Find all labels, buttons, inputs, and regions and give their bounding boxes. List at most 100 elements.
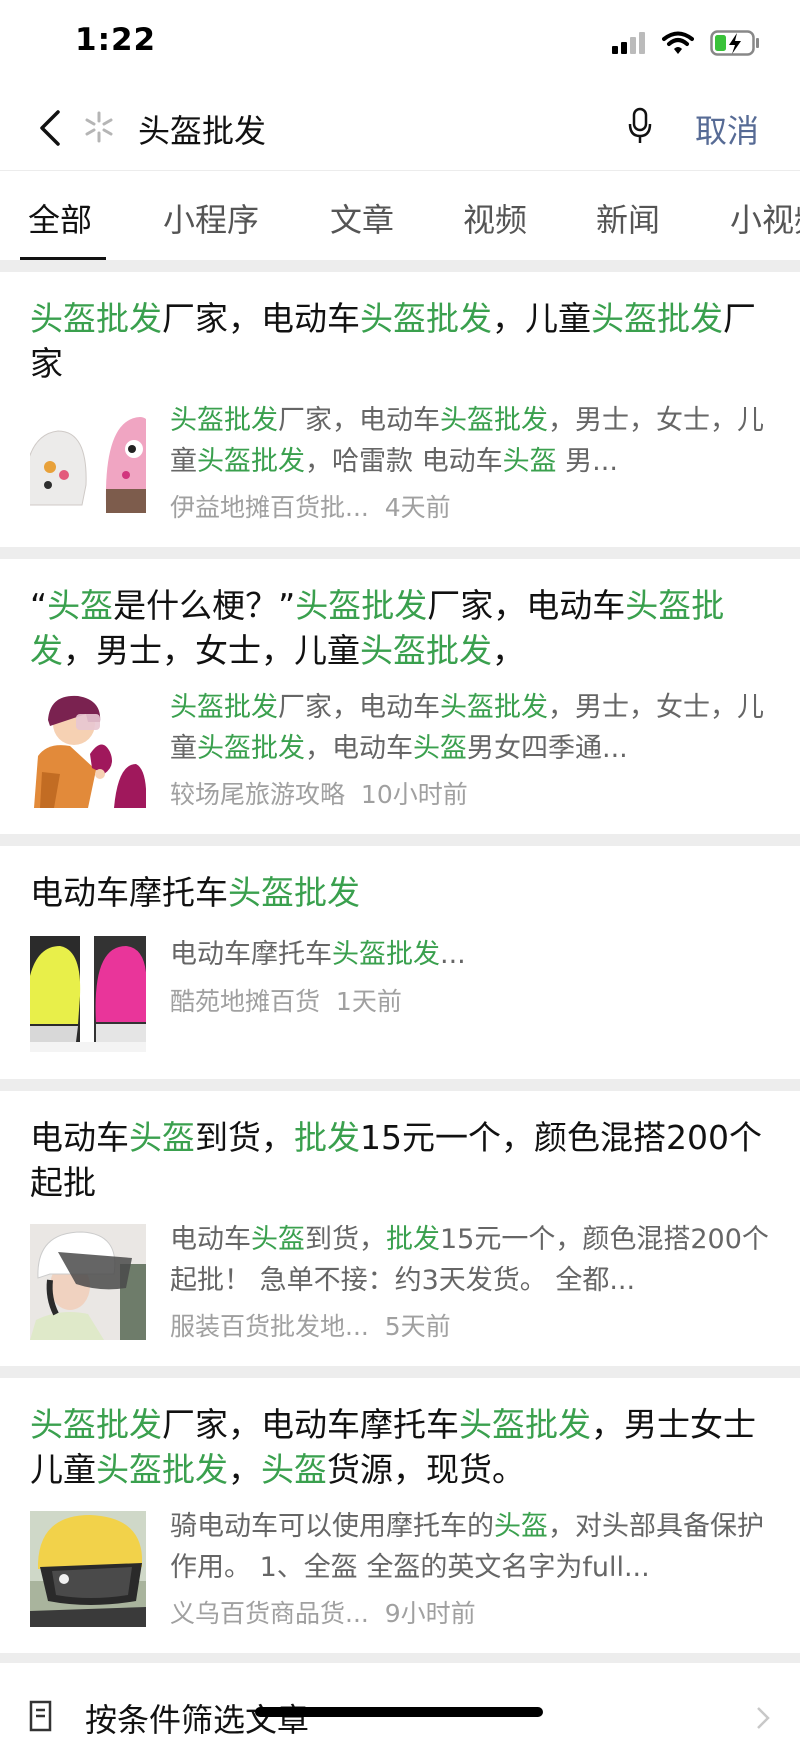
chevron-right-icon [757,1707,770,1729]
cartoon-rider-image [30,692,146,808]
keyword-highlight: 头盔 [494,1511,548,1542]
keyword-highlight: 头盔批发 [197,446,305,477]
back-chevron-icon[interactable] [36,108,64,148]
result-meta: 义乌百货商品货... 9小时前 [170,1594,476,1630]
keyword-highlight: 头盔批发 [295,586,428,625]
text-segment: ，哈雷款 电动车 [305,446,503,477]
status-bar: 1:22 [0,0,800,86]
text-segment: ... [440,939,466,970]
result-snippet: 头盔批发厂家，电动车头盔批发，男士，女士，儿童头盔批发，电动车头盔男女四季通..… [170,687,770,769]
result-meta: 酷苑地摊百货 1天前 [170,982,402,1018]
category-tabs: 全部 小程序 文章 视频 新闻 小视频 [0,170,800,261]
keyword-highlight: 头盔批发 [170,692,278,723]
text-segment: 电动车摩托车 [170,939,332,970]
tab-mini-programs[interactable]: 小程序 [163,195,259,241]
keyword-highlight: 头盔批发 [332,939,440,970]
result-title: 电动车头盔到货，批发15元一个，颜色混搭200个起批 [30,1115,772,1205]
result-source: 义乌百货商品货... [170,1599,369,1628]
search-result-card[interactable]: 电动车头盔到货，批发15元一个，颜色混搭200个起批 电动车头盔到货，批发15元… [0,1091,800,1366]
tab-videos[interactable]: 视频 [463,195,527,241]
result-time: 9小时前 [384,1599,476,1628]
keyword-highlight: 头盔 [261,1450,327,1489]
search-result-card[interactable]: 头盔批发厂家，电动车摩托车头盔批发，男士女士儿童头盔批发，头盔货源，现货。 骑电… [0,1378,800,1653]
result-thumbnail [30,936,146,1052]
helmet-product-image [30,936,146,1052]
microphone-icon[interactable] [628,106,652,146]
text-segment: 男... [556,446,618,477]
text-segment: 厂家，电动车 [278,405,440,436]
tab-articles[interactable]: 文章 [330,195,394,241]
keyword-highlight: 头盔批发 [360,631,492,670]
result-source: 较场尾旅游攻略 [170,780,346,809]
keyword-highlight: 头盔批发 [197,733,305,764]
result-thumbnail [30,1224,146,1340]
result-source: 服装百货批发地... [170,1312,369,1341]
tab-all[interactable]: 全部 [28,195,92,241]
result-snippet: 头盔批发厂家，电动车头盔批发，男士，女士，儿童头盔批发，哈雷款 电动车头盔 男.… [170,400,770,482]
tab-news[interactable]: 新闻 [596,195,660,241]
section-divider [0,1079,800,1091]
search-result-card[interactable]: 头盔批发厂家，电动车头盔批发，儿童头盔批发厂家 头盔批发厂家，电动车头盔批发，男… [0,272,800,547]
text-segment: 到货， [305,1224,386,1255]
text-segment: 男女四季通... [467,733,628,764]
result-time: 5天前 [384,1312,451,1341]
search-bar: 头盔批发 取消 [0,86,800,170]
motorcycle-helmet-image [30,1511,146,1627]
text-segment: 到货， [195,1118,294,1157]
result-title: “头盔是什么梗？”头盔批发厂家，电动车头盔批发，男士，女士，儿童头盔批发， [30,583,772,673]
filter-articles-label: 按条件筛选文章 [85,1701,310,1739]
helmet-product-image [30,405,146,521]
cancel-button[interactable]: 取消 [695,106,759,152]
cellular-signal-icon [612,32,645,54]
status-icons [612,28,760,58]
text-segment: ， [492,631,525,670]
result-time: 4天前 [384,493,451,522]
text-segment: 电动车 [170,1224,251,1255]
keyword-highlight: 头盔 [129,1118,195,1157]
result-meta: 伊益地摊百货批... 4天前 [170,488,451,524]
search-result-card[interactable]: “头盔是什么梗？”头盔批发厂家，电动车头盔批发，男士，女士，儿童头盔批发， 头盔… [0,559,800,834]
text-segment: 电动车摩托车 [30,873,228,912]
keyword-highlight: 头盔批发 [591,299,723,338]
woman-wearing-helmet-image [30,1224,146,1340]
tab-short-videos[interactable]: 小视频 [730,195,800,241]
text-segment: ，电动车 [305,733,413,764]
text-segment: ， [228,1450,261,1489]
search-input[interactable]: 头盔批发 [138,106,266,152]
text-segment: 厂家，电动车 [162,299,360,338]
result-title: 头盔批发厂家，电动车摩托车头盔批发，男士女士儿童头盔批发，头盔货源，现货。 [30,1402,772,1492]
keyword-highlight: 批发 [294,1118,360,1157]
home-indicator [255,1707,543,1717]
keyword-highlight: 头盔批发 [96,1450,228,1489]
loading-spinner-icon [85,111,113,143]
filter-articles-row[interactable]: 按条件筛选文章 [0,1662,800,1739]
text-segment: “ [30,586,48,625]
result-thumbnail [30,405,146,521]
result-title: 电动车摩托车头盔批发 [30,870,772,915]
result-title: 头盔批发厂家，电动车头盔批发，儿童头盔批发厂家 [30,296,772,386]
result-meta: 服装百货批发地... 5天前 [170,1307,451,1343]
search-result-card[interactable]: 电动车摩托车头盔批发 电动车摩托车头盔批发... 酷苑地摊百货 1天前 [0,846,800,1079]
keyword-highlight: 头盔批发 [459,1405,591,1444]
result-meta: 较场尾旅游攻略 10小时前 [170,775,468,811]
battery-charging-icon [710,30,759,56]
text-segment: 厂家，电动车 [278,692,440,723]
keyword-highlight: 头盔 [502,446,557,477]
result-snippet: 电动车摩托车头盔批发... [170,934,770,975]
keyword-highlight: 头盔批发 [30,1405,162,1444]
result-snippet: 骑电动车可以使用摩托车的头盔，对头部具备保护作用。 1、全盔 全盔的英文名字为f… [170,1506,770,1588]
keyword-highlight: 头盔 [251,1224,305,1255]
text-segment: 厂家，电动车 [427,586,626,625]
keyword-highlight: 头盔批发 [440,692,548,723]
section-divider [0,547,800,559]
text-segment: 是什么梗？” [113,586,296,625]
result-snippet: 电动车头盔到货，批发15元一个，颜色混搭200个起批！ 急单不接：约3天发货。 … [170,1219,770,1301]
section-divider [0,260,800,272]
keyword-highlight: 头盔 [413,733,467,764]
text-segment: 电动车 [30,1118,129,1157]
keyword-highlight: 头盔批发 [360,299,492,338]
section-divider [0,1366,800,1378]
text-segment: ，儿童 [492,299,591,338]
result-thumbnail [30,1511,146,1627]
document-filter-icon [29,1700,52,1732]
